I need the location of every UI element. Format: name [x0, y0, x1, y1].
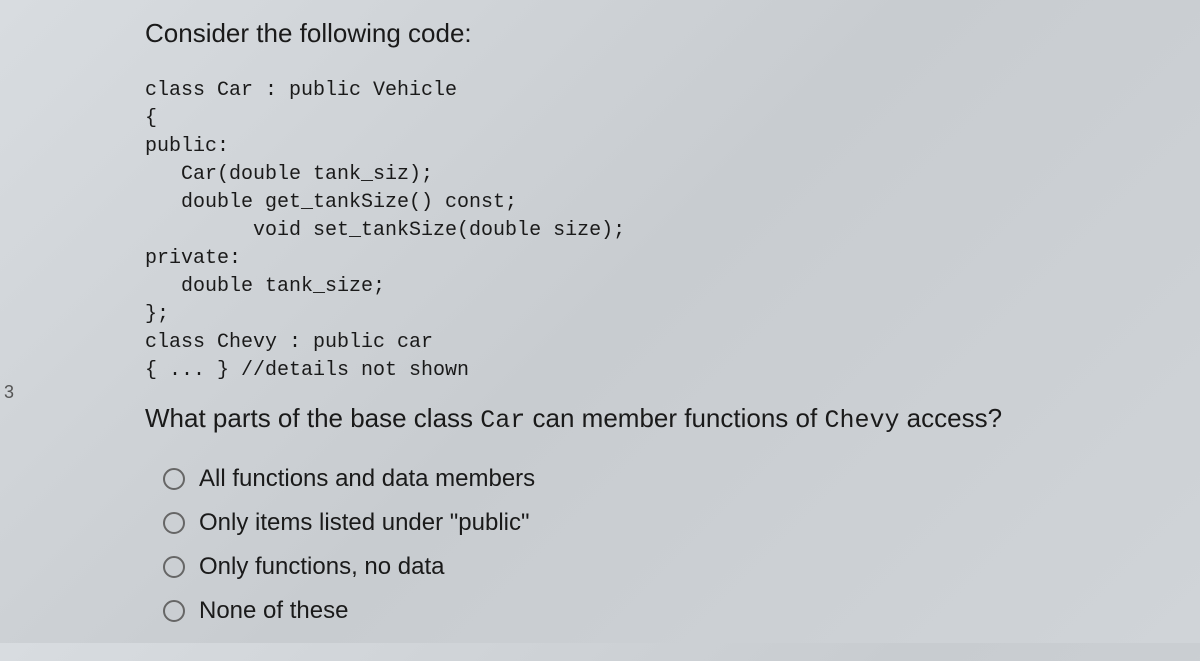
question-suffix: access? — [899, 403, 1002, 433]
option-4[interactable]: None of these — [163, 597, 1160, 625]
option-label: All functions and data members — [199, 465, 535, 493]
question-class2: Chevy — [824, 406, 899, 435]
question-text: What parts of the base class Car can mem… — [145, 403, 1160, 435]
option-2[interactable]: Only items listed under "public" — [163, 509, 1160, 537]
radio-icon — [163, 512, 185, 534]
options-group: All functions and data members Only item… — [145, 465, 1160, 625]
edge-marker: 3 — [4, 380, 14, 405]
code-block: class Car : public Vehicle { public: Car… — [145, 77, 1160, 385]
question-content: Consider the following code: class Car :… — [0, 0, 1200, 661]
radio-icon — [163, 468, 185, 490]
option-label: Only items listed under "public" — [199, 509, 530, 537]
radio-icon — [163, 556, 185, 578]
intro-text: Consider the following code: — [145, 18, 1160, 49]
option-3[interactable]: Only functions, no data — [163, 553, 1160, 581]
left-edge-partial: 3 — [0, 0, 18, 643]
radio-icon — [163, 600, 185, 622]
option-1[interactable]: All functions and data members — [163, 465, 1160, 493]
question-class1: Car — [480, 406, 525, 435]
option-label: Only functions, no data — [199, 553, 444, 581]
option-label: None of these — [199, 597, 348, 625]
question-prefix: What parts of the base class — [145, 403, 480, 433]
question-middle: can member functions of — [525, 403, 824, 433]
